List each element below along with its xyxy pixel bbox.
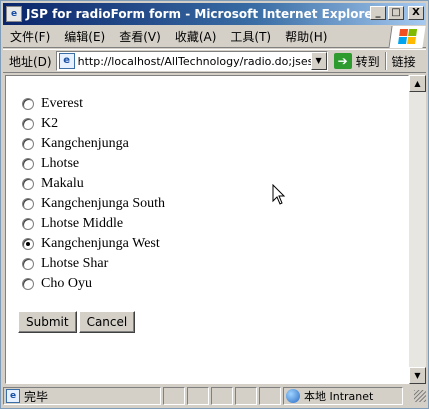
submit-button[interactable]: Submit — [18, 311, 77, 333]
radio-button-selected[interactable] — [22, 238, 34, 250]
radio-label: Kangchenjunga West — [41, 236, 160, 251]
radio-option-makalu[interactable]: Makalu — [22, 174, 165, 194]
radio-label: Cho Oyu — [41, 276, 92, 291]
menu-view[interactable]: 查看(V) — [112, 28, 168, 45]
radio-option-k2[interactable]: K2 — [22, 114, 165, 134]
radio-label: Kangchenjunga South — [41, 196, 166, 211]
intranet-globe-icon — [286, 389, 300, 403]
menu-favorites[interactable]: 收藏(A) — [168, 28, 224, 45]
zone-label: 本地 Intranet — [304, 390, 374, 403]
mouse-cursor-icon — [272, 184, 286, 205]
menu-bar: 文件(F) 编辑(E) 查看(V) 收藏(A) 工具(T) 帮助(H) — [3, 26, 426, 48]
status-text-pane: e 完毕 — [3, 387, 161, 405]
page-icon: e — [58, 53, 75, 69]
status-pane — [235, 387, 257, 405]
address-url[interactable]: http://localhost/AllTechnology/radio.do;… — [78, 55, 327, 68]
radio-group: Everest K2 Kangchenjunga Lhotse Makalu K… — [22, 94, 165, 294]
form-buttons: Submit Cancel — [18, 311, 136, 333]
status-text: 完毕 — [24, 389, 49, 404]
resize-grip-icon[interactable] — [414, 390, 426, 402]
radio-label: Kangchenjunga — [41, 136, 129, 151]
radio-button[interactable] — [22, 98, 34, 110]
go-label: 转到 — [355, 54, 380, 69]
title-bar[interactable]: e JSP for radioForm form - Microsoft Int… — [3, 3, 426, 25]
radio-button[interactable] — [22, 138, 34, 150]
radio-label: Lhotse — [41, 156, 80, 171]
menu-help[interactable]: 帮助(H) — [278, 28, 334, 45]
toolbar-separator — [384, 52, 387, 70]
page-content: Everest K2 Kangchenjunga Lhotse Makalu K… — [5, 75, 409, 384]
minimize-button[interactable]: _ — [370, 6, 386, 20]
browser-window: e JSP for radioForm form - Microsoft Int… — [0, 0, 429, 409]
address-label: 地址(D) — [9, 54, 52, 69]
radio-option-lhotse-middle[interactable]: Lhotse Middle — [22, 214, 165, 234]
radio-label: K2 — [41, 116, 59, 131]
done-page-icon: e — [6, 389, 20, 403]
security-zone: 本地 Intranet — [283, 387, 403, 405]
cancel-button[interactable]: Cancel — [78, 311, 136, 333]
radio-option-cho-oyu[interactable]: Cho Oyu — [22, 274, 165, 294]
close-button[interactable]: X — [408, 6, 424, 20]
maximize-button[interactable]: □ — [388, 6, 404, 20]
radio-option-lhotse-shar[interactable]: Lhotse Shar — [22, 254, 165, 274]
go-arrow-icon: ➔ — [333, 53, 352, 69]
radio-option-everest[interactable]: Everest — [22, 94, 165, 114]
radio-button[interactable] — [22, 118, 34, 130]
address-dropdown-button[interactable]: ▼ — [310, 52, 327, 70]
radio-label: Everest — [41, 96, 83, 111]
radio-label: Lhotse Shar — [41, 256, 109, 271]
radio-option-kangchenjunga[interactable]: Kangchenjunga — [22, 134, 165, 154]
address-bar: 地址(D) e http://localhost/AllTechnology/r… — [3, 49, 426, 73]
status-pane — [259, 387, 281, 405]
radio-button[interactable] — [22, 258, 34, 270]
scroll-up-button[interactable]: ▲ — [409, 75, 426, 92]
status-bar: e 完毕 本地 Intranet — [3, 386, 426, 406]
radio-button[interactable] — [22, 158, 34, 170]
status-pane — [187, 387, 209, 405]
radio-option-kangchenjunga-south[interactable]: Kangchenjunga South — [22, 194, 165, 214]
menu-file[interactable]: 文件(F) — [3, 28, 57, 45]
radio-button[interactable] — [22, 218, 34, 230]
windows-logo-icon — [388, 26, 426, 48]
radio-button[interactable] — [22, 178, 34, 190]
window-controls: _ □ X — [370, 6, 424, 20]
radio-label: Makalu — [41, 176, 84, 191]
radio-option-lhotse[interactable]: Lhotse — [22, 154, 165, 174]
radio-option-kangchenjunga-west[interactable]: Kangchenjunga West — [22, 234, 165, 254]
ie-icon: e — [6, 6, 22, 22]
radio-button[interactable] — [22, 198, 34, 210]
window-title: JSP for radioForm form - Microsoft Inter… — [26, 7, 379, 21]
status-pane — [163, 387, 185, 405]
menu-tools[interactable]: 工具(T) — [223, 28, 278, 45]
radio-button[interactable] — [22, 278, 34, 290]
address-input[interactable]: e http://localhost/AllTechnology/radio.d… — [55, 51, 328, 71]
go-button[interactable]: ➔ 转到 — [333, 53, 380, 70]
menu-edit[interactable]: 编辑(E) — [57, 28, 112, 45]
vertical-scrollbar[interactable]: ▲ ▼ — [409, 75, 426, 384]
status-pane — [211, 387, 233, 405]
radio-label: Lhotse Middle — [41, 216, 124, 231]
scroll-down-button[interactable]: ▼ — [409, 367, 426, 384]
links-button[interactable]: 链接 — [392, 53, 416, 70]
